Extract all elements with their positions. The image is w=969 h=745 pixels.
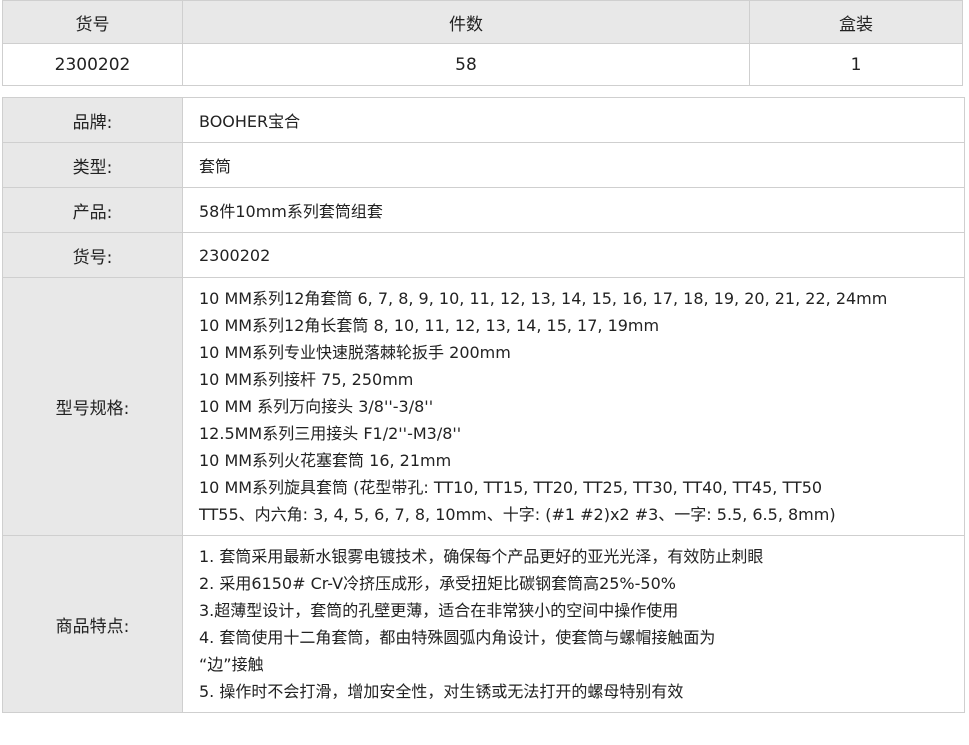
header-box: 盒装 bbox=[749, 0, 963, 44]
features-label: 商品特点: bbox=[2, 535, 183, 713]
product-label: 产品: bbox=[2, 187, 183, 233]
value-count: 58 bbox=[182, 43, 750, 86]
type-label: 类型: bbox=[2, 142, 183, 188]
model-line: TT55、内六角: 3, 4, 5, 6, 7, 8, 10mm、十字: (#1… bbox=[199, 505, 836, 524]
value-item-no: 2300202 bbox=[2, 43, 183, 86]
feature-line: 4. 套筒使用十二角套筒，都由特殊圆弧内角设计，使套筒与螺帽接触面为 bbox=[199, 628, 716, 647]
feature-line: 2. 采用6150# Cr-V冷挤压成形，承受扭矩比碳钢套筒高25%-50% bbox=[199, 574, 676, 593]
spec-row-model: 型号规格: 10 MM系列12角套筒 6, 7, 8, 9, 10, 11, 1… bbox=[2, 277, 965, 536]
model-line: 12.5MM系列三用接头 F1/2''-M3/8'' bbox=[199, 424, 462, 443]
header-item-no: 货号 bbox=[2, 0, 183, 44]
model-line: 10 MM系列专业快速脱落棘轮扳手 200mm bbox=[199, 343, 511, 362]
model-line: 10 MM系列旋具套筒 (花型带孔: TT10, TT15, TT20, TT2… bbox=[199, 478, 823, 497]
model-line: 10 MM系列接杆 75, 250mm bbox=[199, 370, 414, 389]
spec-row-item-no: 货号: 2300202 bbox=[2, 232, 965, 278]
header-count: 件数 bbox=[182, 0, 750, 44]
item-no-value: 2300202 bbox=[182, 232, 965, 278]
product-value: 58件10mm系列套筒组套 bbox=[182, 187, 965, 233]
model-label: 型号规格: bbox=[2, 277, 183, 536]
model-value: 10 MM系列12角套筒 6, 7, 8, 9, 10, 11, 12, 13,… bbox=[182, 277, 965, 536]
feature-line: 3.超薄型设计，套筒的孔壁更薄，适合在非常狭小的空间中操作使用 bbox=[199, 601, 679, 620]
value-box: 1 bbox=[749, 43, 963, 86]
features-value: 1. 套筒采用最新水银雾电镀技术，确保每个产品更好的亚光光泽，有效防止刺眼 2.… bbox=[182, 535, 965, 713]
brand-label: 品牌: bbox=[2, 97, 183, 143]
spec-row-features: 商品特点: 1. 套筒采用最新水银雾电镀技术，确保每个产品更好的亚光光泽，有效防… bbox=[2, 535, 965, 713]
model-line: 10 MM系列12角长套筒 8, 10, 11, 12, 13, 14, 15,… bbox=[199, 316, 660, 335]
feature-line: “边”接触 bbox=[199, 655, 264, 674]
brand-value: BOOHER宝合 bbox=[182, 97, 965, 143]
summary-value-row: 2300202 58 1 bbox=[2, 43, 963, 86]
spec-row-brand: 品牌: BOOHER宝合 bbox=[2, 97, 965, 143]
spec-row-type: 类型: 套筒 bbox=[2, 142, 965, 188]
spec-row-product: 产品: 58件10mm系列套筒组套 bbox=[2, 187, 965, 233]
model-line: 10 MM系列火花塞套筒 16, 21mm bbox=[199, 451, 452, 470]
feature-line: 1. 套筒采用最新水银雾电镀技术，确保每个产品更好的亚光光泽，有效防止刺眼 bbox=[199, 547, 764, 566]
model-line: 10 MM系列12角套筒 6, 7, 8, 9, 10, 11, 12, 13,… bbox=[199, 289, 888, 308]
summary-table: 货号 件数 盒装 2300202 58 1 bbox=[2, 0, 963, 86]
type-value: 套筒 bbox=[182, 142, 965, 188]
summary-header-row: 货号 件数 盒装 bbox=[2, 0, 963, 44]
model-line: 10 MM 系列万向接头 3/8''-3/8'' bbox=[199, 397, 434, 416]
feature-line: 5. 操作时不会打滑，增加安全性，对生锈或无法打开的螺母特别有效 bbox=[199, 682, 684, 701]
spec-table: 品牌: BOOHER宝合 类型: 套筒 产品: 58件10mm系列套筒组套 货号… bbox=[2, 97, 965, 713]
item-no-label: 货号: bbox=[2, 232, 183, 278]
